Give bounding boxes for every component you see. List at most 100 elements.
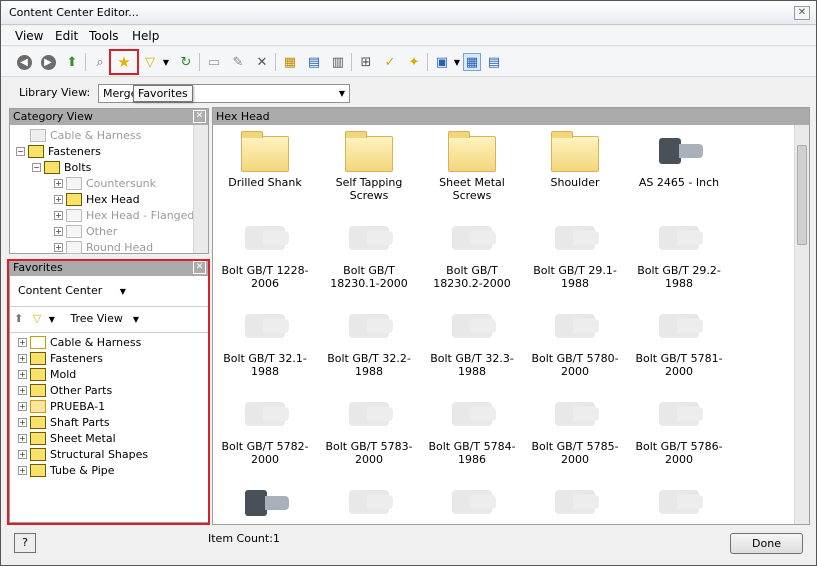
tree-item-other[interactable]: + Other: [54, 223, 117, 239]
done-button[interactable]: Done: [730, 533, 803, 554]
chevron-down-icon: ▼: [338, 89, 345, 98]
expand-icon[interactable]: +: [54, 242, 63, 252]
family-item[interactable]: Bolt GB/T 5786-2000: [627, 392, 731, 466]
expand-icon[interactable]: +: [54, 194, 63, 204]
bolt-icon: [653, 128, 705, 174]
filter-dropdown-icon[interactable]: ▼: [157, 53, 175, 71]
menu-view[interactable]: View: [15, 29, 43, 43]
tree-item-label: Other Parts: [50, 383, 113, 397]
content-scrollbar[interactable]: [794, 125, 809, 524]
expand-icon[interactable]: +: [54, 178, 63, 188]
expand-icon[interactable]: +: [54, 210, 63, 220]
menu-help[interactable]: Help: [132, 29, 159, 43]
tree-view-select[interactable]: Tree View ▼: [70, 312, 139, 325]
tree-item-fasteners[interactable]: − Fasteners: [16, 143, 101, 159]
expand-icon[interactable]: +: [18, 401, 27, 411]
fav-item-fasteners[interactable]: + Fasteners: [18, 350, 103, 366]
edit-icon[interactable]: ✎: [229, 53, 247, 71]
menu-tools[interactable]: Tools: [89, 29, 119, 43]
family-item[interactable]: Bolt GB/T 29.2-1988: [627, 216, 731, 290]
up-folder-icon[interactable]: ⬆: [14, 312, 23, 325]
family-item[interactable]: Bolt GB/T 5782-2000: [213, 392, 317, 466]
collapse-icon[interactable]: −: [16, 146, 25, 156]
tree-item-label: Fasteners: [48, 144, 101, 158]
fav-item-tube-pipe[interactable]: + Tube & Pipe: [18, 462, 115, 478]
bolt-icon: [239, 480, 291, 526]
expand-icon[interactable]: +: [18, 465, 27, 475]
expand-icon[interactable]: +: [18, 449, 27, 459]
tree-item-round-head[interactable]: + Round Head: [54, 239, 153, 255]
family-item[interactable]: Bolt GB/T 32.3-1988: [420, 304, 524, 378]
family-item[interactable]: [523, 480, 627, 528]
family-item[interactable]: Bolt GB/T 5784-1986: [420, 392, 524, 466]
tree-item-countersunk[interactable]: + Countersunk: [54, 175, 156, 191]
fav-item-prueba-1[interactable]: + PRUEBA-1: [18, 398, 105, 414]
expand-icon[interactable]: +: [18, 433, 27, 443]
small-icons-view-icon[interactable]: ▤: [485, 53, 503, 71]
chevron-down-icon[interactable]: ▼: [49, 315, 55, 324]
help-button[interactable]: ?: [14, 533, 36, 553]
expand-icon[interactable]: +: [18, 337, 27, 347]
up-folder-icon[interactable]: ⬆: [63, 53, 81, 71]
fav-item-structural-shapes[interactable]: + Structural Shapes: [18, 446, 148, 462]
family-folder[interactable]: Shoulder: [523, 128, 627, 189]
tree-item-hex-head[interactable]: + Hex Head: [54, 191, 140, 207]
family-item[interactable]: Bolt GB/T 32.2-1988: [317, 304, 421, 378]
folder-icon[interactable]: ▭: [205, 53, 223, 71]
favorites-source-select[interactable]: Content Center ▼: [18, 284, 126, 306]
family-item[interactable]: [317, 480, 421, 528]
family-item[interactable]: Bolt GB/T 18230.1-2000: [317, 216, 421, 290]
publish-icon[interactable]: ✓: [381, 53, 399, 71]
close-button[interactable]: ✕: [794, 6, 810, 20]
collapse-icon[interactable]: −: [32, 162, 41, 172]
family-item[interactable]: Bolt GB/T 5780-2000: [523, 304, 627, 378]
find-icon[interactable]: ⌕: [91, 53, 109, 71]
family-item[interactable]: Bolt GB/T 5785-2000: [523, 392, 627, 466]
forward-icon[interactable]: ▶: [39, 53, 57, 71]
family-item[interactable]: Bolt GB/T 5781-2000: [627, 304, 731, 378]
wizard-icon[interactable]: ✦: [405, 53, 423, 71]
family-folder[interactable]: Drilled Shank: [213, 128, 317, 189]
filter-icon[interactable]: ▽: [33, 312, 41, 325]
expand-icon[interactable]: +: [18, 417, 27, 427]
family-properties-icon[interactable]: ▤: [305, 53, 323, 71]
menu-edit[interactable]: Edit: [55, 29, 78, 43]
fav-item-other-parts[interactable]: + Other Parts: [18, 382, 112, 398]
fav-item-mold[interactable]: + Mold: [18, 366, 76, 382]
fav-item-cable-harness[interactable]: + Cable & Harness: [18, 334, 141, 350]
tree-item-hex-head-flanged[interactable]: + Hex Head - Flanged: [54, 207, 194, 223]
category-scrollbar[interactable]: [193, 125, 208, 253]
family-item[interactable]: [627, 480, 731, 528]
family-folder[interactable]: Sheet Metal Screws: [420, 128, 524, 202]
family-item[interactable]: Bolt GB/T 1228-2006: [213, 216, 317, 290]
favorites-close-icon[interactable]: ✕: [193, 261, 206, 274]
tree-item-cable-harness[interactable]: Cable & Harness: [30, 127, 141, 143]
tree-item-bolts[interactable]: − Bolts: [32, 159, 91, 175]
back-icon[interactable]: ◀: [15, 53, 33, 71]
family-item[interactable]: Bolt GB/T 18230.2-2000: [420, 216, 524, 290]
family-item[interactable]: Bolt GB/T 32.1-1988: [213, 304, 317, 378]
table-view-icon[interactable]: ▥: [329, 53, 347, 71]
title-bar: Content Center Editor... ✕: [1, 1, 816, 25]
family-item[interactable]: Bolt GB/T 29.1-1988: [523, 216, 627, 290]
family-item[interactable]: [420, 480, 524, 528]
fav-item-shaft-parts[interactable]: + Shaft Parts: [18, 414, 110, 430]
family-item[interactable]: [213, 480, 317, 528]
family-item[interactable]: AS 2465 - Inch: [627, 128, 731, 189]
family-item[interactable]: Bolt GB/T 5783-2000: [317, 392, 421, 466]
fav-item-sheet-metal[interactable]: + Sheet Metal: [18, 430, 116, 446]
folder-icon: [549, 128, 601, 174]
large-icons-view-icon[interactable]: ▦: [463, 53, 481, 71]
expand-icon[interactable]: +: [54, 226, 63, 236]
delete-icon[interactable]: ✕: [253, 53, 271, 71]
expand-icon[interactable]: +: [18, 369, 27, 379]
expand-icon[interactable]: +: [18, 353, 27, 363]
table-edit-icon[interactable]: ▦: [281, 53, 299, 71]
refresh-icon[interactable]: ↻: [177, 53, 195, 71]
scrollbar-thumb[interactable]: [797, 145, 807, 245]
expand-icon[interactable]: +: [18, 385, 27, 395]
category-view-close-icon[interactable]: ✕: [193, 110, 206, 123]
family-folder[interactable]: Self Tapping Screws: [317, 128, 421, 202]
family-label: Bolt GB/T 32.2-1988: [327, 352, 411, 378]
category-icon[interactable]: ⊞: [357, 53, 375, 71]
